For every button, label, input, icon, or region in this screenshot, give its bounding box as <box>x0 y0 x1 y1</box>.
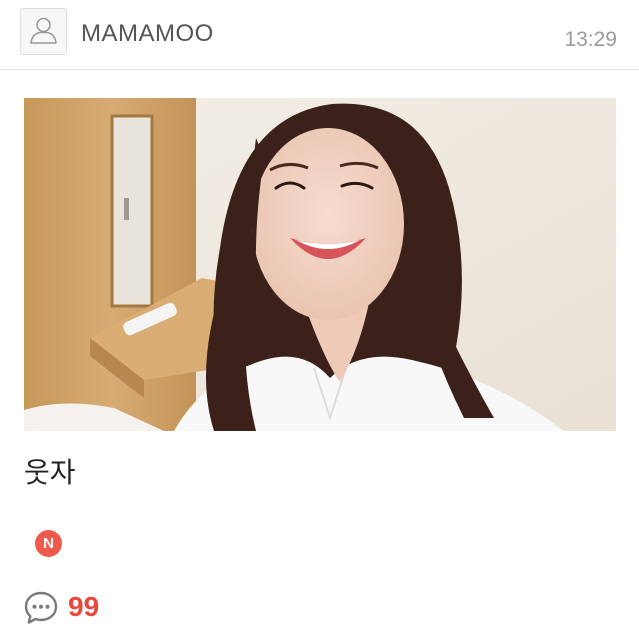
post-photo[interactable] <box>24 98 616 431</box>
comment-count[interactable]: 99 <box>68 591 99 623</box>
user-silhouette-icon <box>30 17 57 44</box>
post-time: 13:29 <box>564 28 617 51</box>
post-header: MAMAMOO 13:29 <box>0 0 639 70</box>
selfie-photo <box>24 98 616 431</box>
new-badge: N <box>35 530 62 557</box>
author-name[interactable]: MAMAMOO <box>81 20 214 48</box>
avatar[interactable] <box>20 8 67 55</box>
post-caption: 웃자 <box>24 456 76 489</box>
speech-bubble-icon[interactable] <box>23 590 59 626</box>
